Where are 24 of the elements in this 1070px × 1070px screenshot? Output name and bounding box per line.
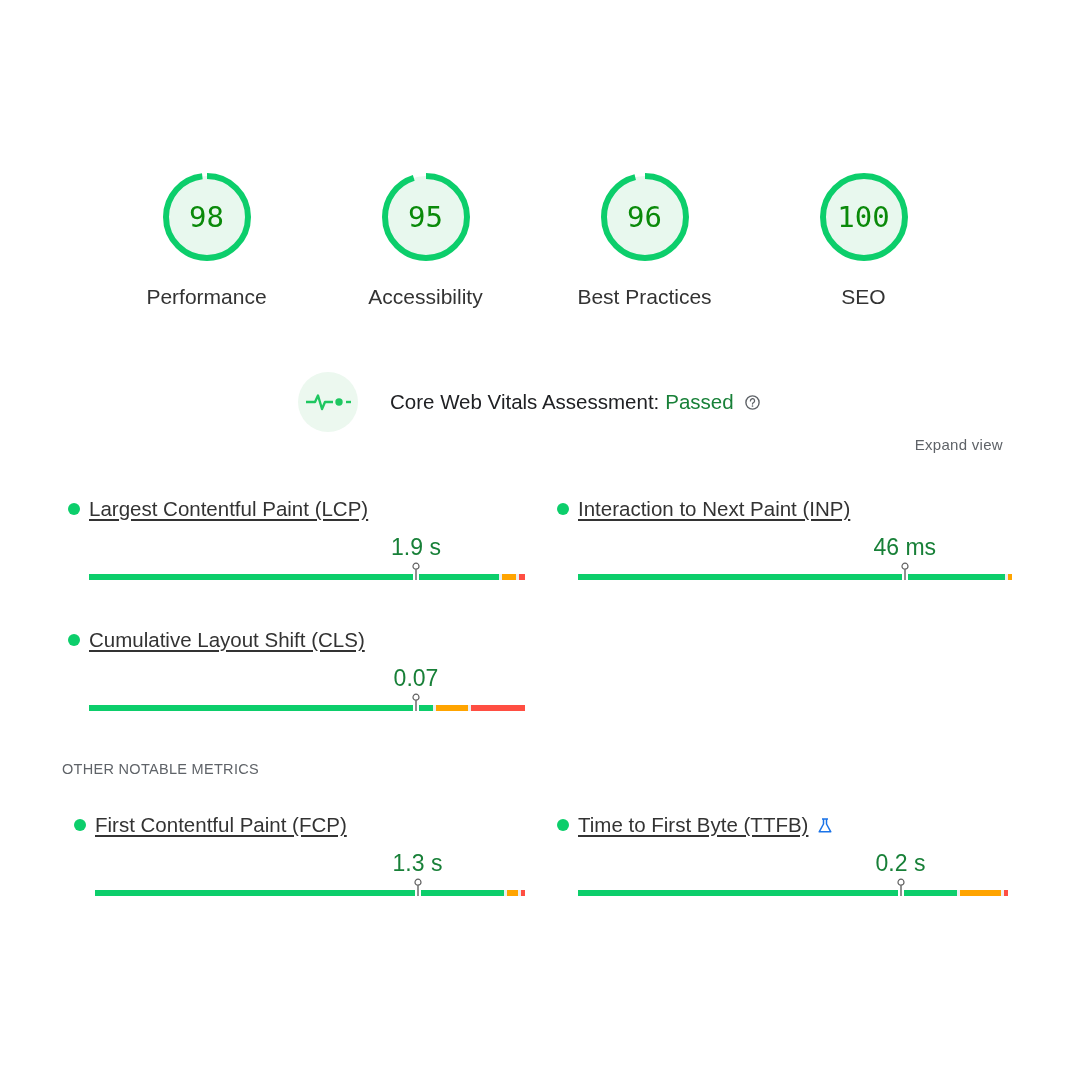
metric-link[interactable]: Interaction to Next Paint (INP)	[578, 497, 851, 521]
score-value: 95	[408, 202, 443, 232]
metric-link[interactable]: Time to First Byte (TTFB)	[578, 813, 809, 837]
metric-value: 1.9 s	[391, 534, 441, 560]
metric-link[interactable]: Cumulative Layout Shift (CLS)	[89, 628, 365, 652]
metric-link[interactable]: First Contentful Paint (FCP)	[95, 813, 347, 837]
assessment-title: Core Web Vitals Assessment:	[390, 390, 660, 414]
score-value: 96	[627, 202, 662, 232]
section-heading: OTHER NOTABLE METRICS	[62, 760, 259, 778]
expand-view-link[interactable]: Expand view	[914, 436, 1003, 454]
category-label: Accessibility	[368, 285, 483, 309]
metric-link[interactable]: Largest Contentful Paint (LCP)	[89, 497, 369, 521]
metric-value: 1.3 s	[392, 850, 443, 876]
score-value: 98	[189, 202, 224, 232]
metric-value: 46 ms	[873, 534, 937, 560]
category-label: Best Practices	[577, 285, 712, 309]
metric-value: 0.2 s	[875, 850, 926, 876]
help-icon[interactable]	[744, 394, 760, 410]
assessment-result: Passed	[665, 390, 734, 414]
category-label: SEO	[841, 285, 886, 309]
pulse-icon	[298, 372, 358, 432]
metric-value: 0.07	[393, 665, 439, 691]
score-value: 100	[837, 202, 890, 232]
category-label: Performance	[146, 285, 267, 309]
